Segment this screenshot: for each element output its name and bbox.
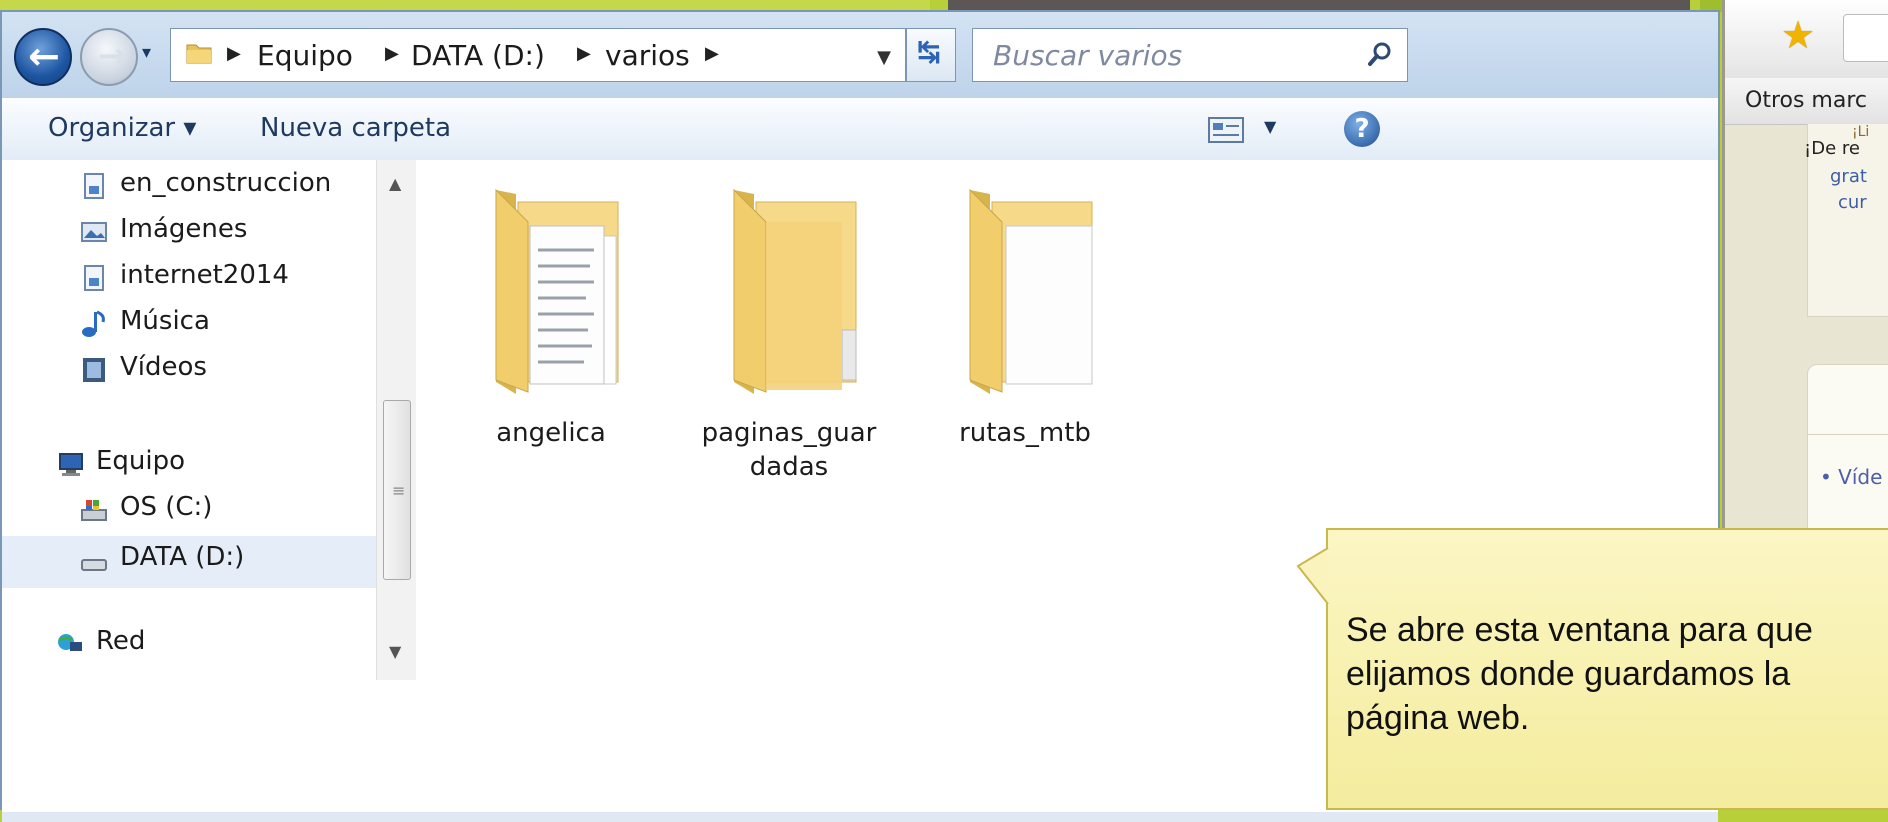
computer-icon	[59, 453, 83, 476]
back-arrow-icon: ←	[28, 34, 60, 78]
nav-item-label: DATA (D:)	[120, 542, 245, 572]
sidebar-panel-header	[1807, 364, 1888, 436]
forward-button[interactable]: →	[80, 28, 138, 86]
command-bar: Organizar ▾ Nueva carpeta ▼ ?	[2, 98, 1718, 162]
breadcrumb-item[interactable]: varios	[605, 39, 690, 72]
nav-item-label: en_construccion	[120, 168, 332, 198]
promo-link[interactable]: grat	[1830, 166, 1867, 187]
folder-name: rutas_mtb	[959, 418, 1091, 448]
breadcrumb-separator-icon[interactable]: ▶	[227, 43, 241, 64]
promo-line: ¡De re	[1804, 138, 1860, 159]
scroll-up-arrow-icon[interactable]: ▲	[389, 174, 401, 193]
refresh-button[interactable]: ↹	[906, 28, 956, 82]
other-bookmarks-link[interactable]: Otros marc	[1745, 88, 1867, 113]
folder-name: angelica	[496, 418, 606, 448]
address-row: ← → ▾ ▶ Equipo ▶ DATA (D:) ▶ varios ▶ ▼ …	[2, 12, 1718, 98]
nav-item-data-d[interactable]: DATA (D:)	[2, 536, 376, 588]
folder-item[interactable]: angelica	[456, 180, 646, 450]
new-folder-button[interactable]: Nueva carpeta	[260, 113, 451, 143]
drive-c-icon	[81, 500, 107, 521]
scroll-down-arrow-icon[interactable]: ▼	[389, 642, 401, 661]
change-view-icon[interactable]	[1208, 117, 1244, 143]
search-icon[interactable]	[1367, 41, 1393, 67]
music-icon	[82, 310, 105, 337]
navigation-scrollbar[interactable]: ▲ ≡ ▼	[376, 160, 417, 680]
folder-icon	[733, 188, 857, 394]
folder-item[interactable]: rutas_mtb	[930, 180, 1120, 450]
nav-item-label: Equipo	[96, 446, 186, 476]
grip-icon: ≡	[392, 481, 406, 500]
toolbar-button[interactable]	[1843, 14, 1888, 62]
search-placeholder: Buscar varios	[993, 39, 1183, 72]
callout-pointer	[1296, 547, 1329, 605]
breadcrumb-separator-icon[interactable]: ▶	[577, 43, 591, 64]
instruction-callout: Se abre esta ventana para que elijamos d…	[1296, 528, 1888, 810]
navigation-pane: en_construccion Imágenes internet2014 Mú…	[2, 160, 416, 812]
folder-with-documents-icon	[495, 188, 619, 394]
network-icon	[58, 634, 82, 651]
forward-arrow-icon: →	[98, 36, 127, 76]
search-box[interactable]: Buscar varios	[972, 28, 1408, 82]
bookmarks-bar: Otros marc	[1725, 78, 1888, 125]
breadcrumb-item[interactable]: DATA (D:)	[411, 39, 545, 72]
folder-icon	[186, 44, 212, 64]
nav-item-label: internet2014	[120, 260, 289, 290]
back-button[interactable]: ←	[14, 28, 72, 86]
help-icon[interactable]: ?	[1344, 111, 1380, 147]
videos-icon	[83, 358, 105, 382]
address-bar[interactable]: ▶ Equipo ▶ DATA (D:) ▶ varios ▶ ▼	[170, 28, 906, 82]
scrollbar-thumb[interactable]: ≡	[383, 400, 411, 580]
library-icon	[84, 265, 104, 291]
sidebar-panel: • Víde	[1807, 434, 1888, 536]
nav-item-label: Red	[96, 626, 146, 656]
promo-box: ¡Li ¡De re grat cur	[1804, 124, 1888, 317]
nav-item-label: Música	[120, 306, 210, 336]
organize-menu-button[interactable]: Organizar ▾	[48, 113, 196, 143]
callout-text: Se abre esta ventana para que elijamos d…	[1346, 611, 1813, 737]
breadcrumb-item[interactable]: Equipo	[257, 39, 353, 72]
view-options-dropdown[interactable]: ▼	[1264, 117, 1276, 136]
star-icon[interactable]: ★	[1781, 16, 1815, 54]
breadcrumb-separator-icon[interactable]: ▶	[385, 43, 399, 64]
pictures-icon	[81, 222, 107, 242]
nav-item-label: Vídeos	[120, 352, 207, 382]
library-icon	[84, 173, 104, 199]
recent-pages-dropdown[interactable]: ▾	[142, 42, 151, 63]
status-strip	[2, 812, 1718, 822]
address-history-dropdown[interactable]: ▼	[877, 47, 891, 68]
folder-name: paginas_guardadas	[701, 418, 877, 482]
nav-item-label: OS (C:)	[120, 492, 213, 522]
promo-link[interactable]: cur	[1838, 192, 1867, 213]
browser-toolbar: ★	[1725, 0, 1888, 79]
folder-item[interactable]: paginas_guardadas	[694, 180, 884, 484]
drive-d-icon	[81, 559, 107, 571]
sidebar-list-item[interactable]: • Víde	[1820, 465, 1882, 489]
refresh-icon: ↹	[917, 35, 941, 68]
folder-with-documents-icon	[969, 188, 1093, 394]
breadcrumb-separator-icon[interactable]: ▶	[705, 43, 719, 64]
nav-item-label: Imágenes	[120, 214, 248, 244]
